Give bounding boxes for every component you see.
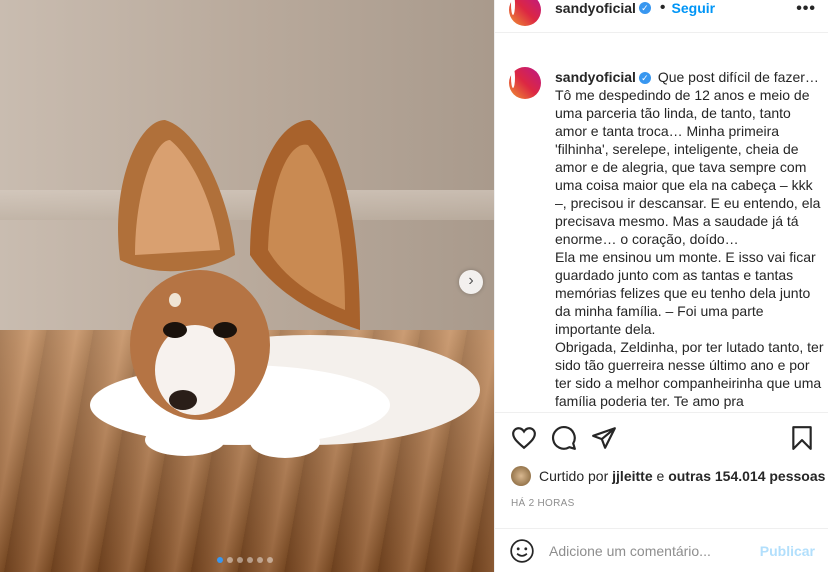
- action-bar: [495, 412, 828, 460]
- comment-icon[interactable]: [551, 425, 577, 451]
- caption-author-avatar[interactable]: [509, 67, 541, 99]
- post-header: sandyoficial ✓ • Seguir •••: [495, 0, 828, 33]
- post-side-panel: sandyoficial ✓ • Seguir ••• sandyoficial…: [494, 0, 828, 572]
- publish-button[interactable]: Publicar: [760, 543, 815, 559]
- chevron-right-icon: ›: [468, 272, 474, 289]
- likes-user-link[interactable]: jjleitte: [612, 468, 652, 484]
- verified-badge-icon: ✓: [638, 72, 651, 85]
- likes-prefix: Curtido por: [539, 468, 609, 484]
- likes-summary: Curtido por jjleitte e outras 154.014 pe…: [511, 466, 825, 486]
- bookmark-icon[interactable]: [789, 425, 815, 451]
- post-photo: ›: [0, 0, 494, 572]
- carousel-dot: [267, 557, 273, 563]
- carousel-indicator: [217, 557, 273, 563]
- likes-connector: e: [656, 468, 665, 484]
- heart-icon[interactable]: [511, 425, 537, 451]
- comment-bar: Publicar: [495, 528, 828, 572]
- header-name-wrap: sandyoficial ✓ • Seguir: [555, 0, 715, 17]
- comment-input[interactable]: [549, 542, 760, 559]
- more-options-icon[interactable]: •••: [796, 0, 816, 18]
- author-username[interactable]: sandyoficial: [555, 0, 636, 16]
- author-avatar[interactable]: [509, 0, 541, 26]
- caption-text: Que post difícil de fazer… Tô me despedi…: [555, 69, 824, 409]
- caption-area: sandyoficial ✓ Que post difícil de fazer……: [509, 60, 825, 412]
- emoji-icon[interactable]: [509, 538, 535, 564]
- carousel-dot: [237, 557, 243, 563]
- dog-illustration: [90, 120, 480, 458]
- follow-button[interactable]: Seguir: [672, 0, 716, 16]
- likes-others-link[interactable]: outras 154.014 pessoas: [668, 468, 825, 484]
- carousel-dot: [227, 557, 233, 563]
- post-timestamp[interactable]: HÁ 2 HORAS: [511, 498, 575, 509]
- send-icon[interactable]: [591, 425, 617, 451]
- separator-dot: •: [659, 0, 666, 16]
- verified-badge-icon: ✓: [638, 2, 651, 14]
- caption-block: sandyoficial ✓ Que post difícil de fazer……: [555, 60, 825, 412]
- carousel-dot: [257, 557, 263, 563]
- caption-username[interactable]: sandyoficial: [555, 69, 636, 85]
- carousel-dot: [247, 557, 253, 563]
- carousel-next-button[interactable]: ›: [459, 270, 483, 294]
- liker-avatar[interactable]: [511, 466, 531, 486]
- carousel-dot: [217, 557, 223, 563]
